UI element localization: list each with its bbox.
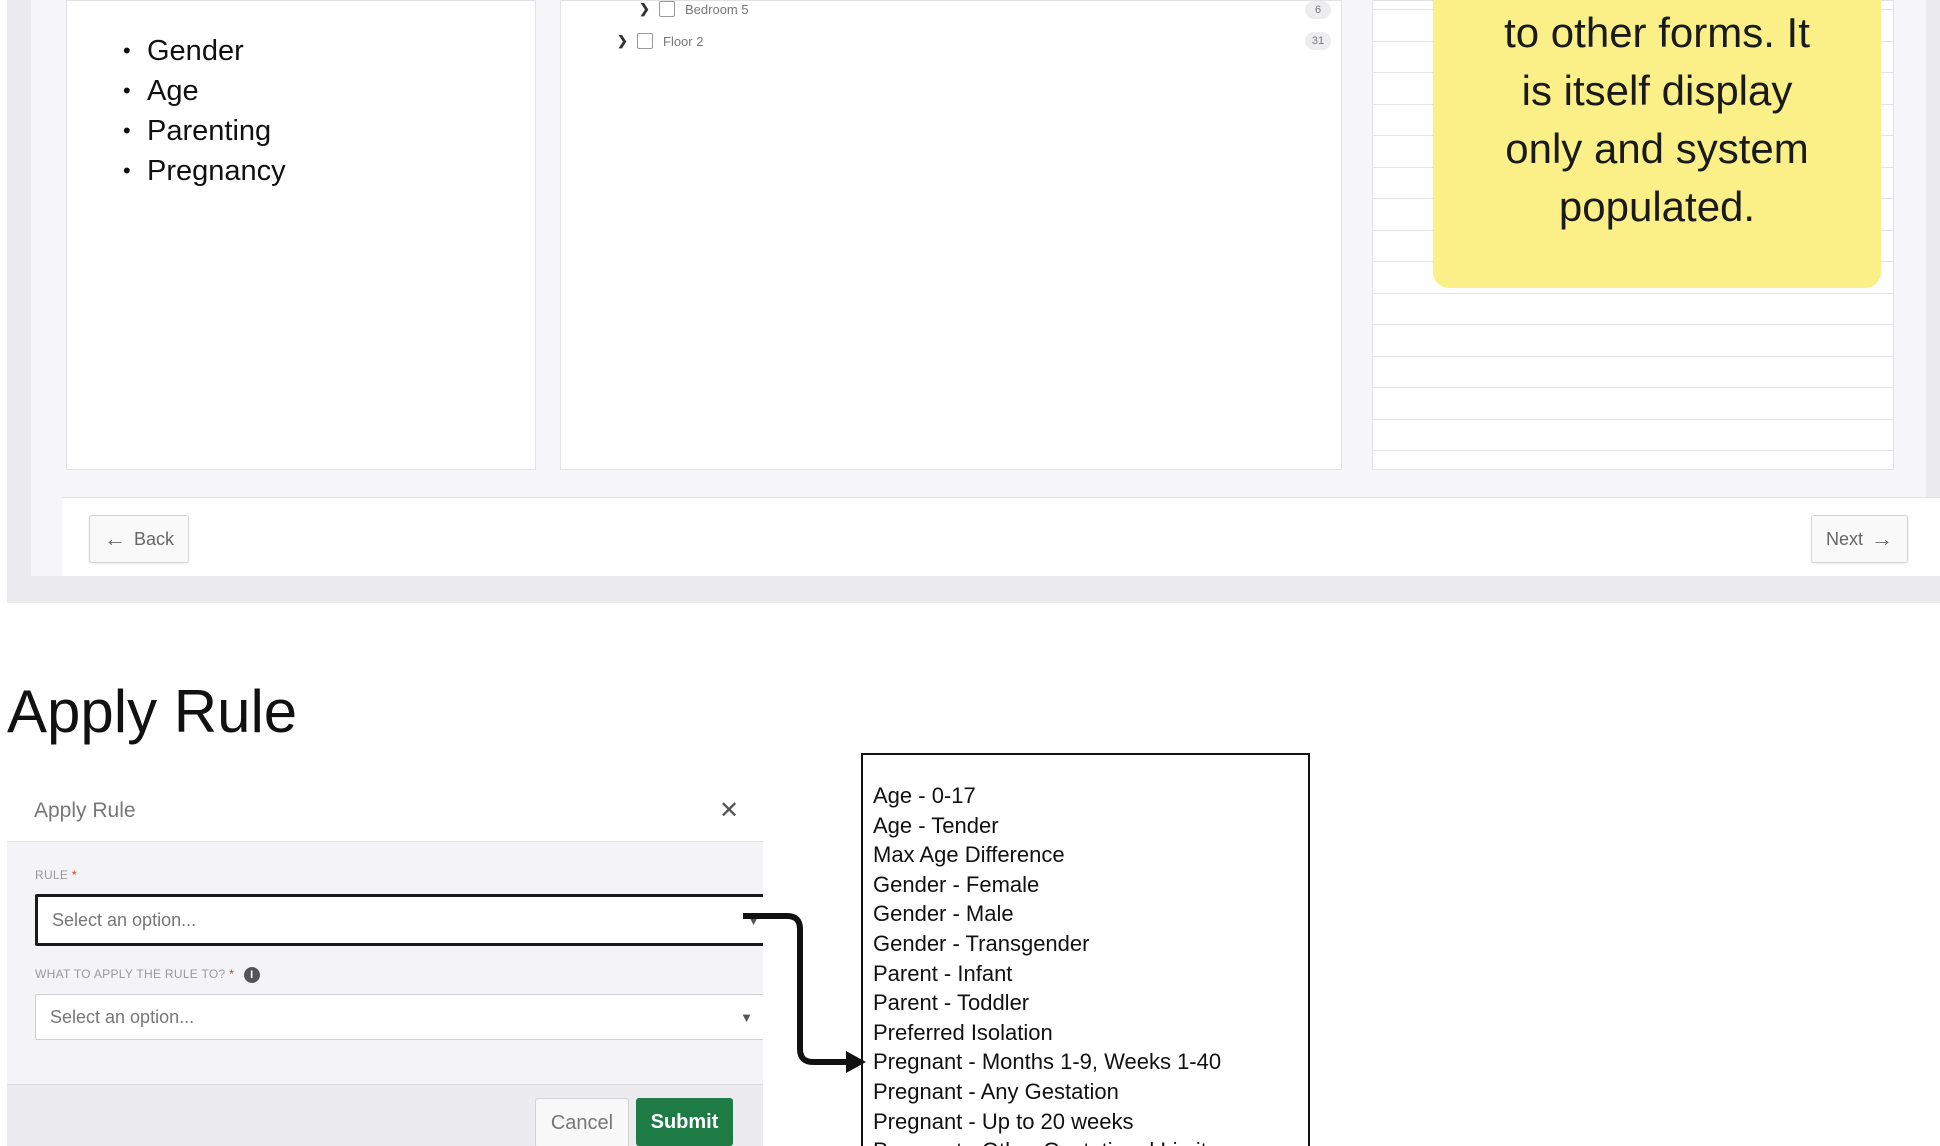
tree-label: Bedroom 5 [685, 1, 749, 17]
count-badge: 6 [1305, 1, 1331, 19]
wizard-body: Gender Age Parenting Pregnancy ❯ Bedroom… [31, 0, 1940, 576]
target-select[interactable]: Select an option... ▼ [35, 994, 763, 1040]
rule-field-label: RULE * [35, 868, 77, 882]
arrow-left-icon: ← [104, 526, 126, 551]
caret-down-icon: ▼ [740, 1009, 753, 1025]
required-mark: * [229, 967, 235, 982]
next-button-label: Next [1826, 528, 1864, 549]
chevron-right-icon[interactable]: ❯ [639, 1, 653, 17]
categories-panel: Gender Age Parenting Pregnancy [66, 0, 536, 470]
rule-select-placeholder: Select an option... [52, 909, 197, 930]
chevron-right-icon[interactable]: ❯ [617, 33, 631, 49]
location-tree-panel: ❯ Bedroom 5 6 ❯ Floor 2 31 [560, 0, 1342, 470]
rule-option[interactable]: Pregnant - Up to 20 weeks [873, 1107, 1221, 1137]
submit-button[interactable]: Submit [636, 1098, 733, 1146]
target-label-text: WHAT TO APPLY THE RULE TO? [35, 967, 226, 982]
info-icon[interactable]: i [243, 967, 260, 983]
target-field-label: WHAT TO APPLY THE RULE TO? * i [35, 967, 260, 983]
close-icon[interactable]: ✕ [719, 796, 739, 825]
dialog-title: Apply Rule [34, 799, 136, 822]
arrow-right-icon: → [1871, 526, 1894, 551]
back-button[interactable]: ← Back [89, 515, 190, 563]
tree-row-bedroom-5[interactable]: ❯ Bedroom 5 [639, 1, 749, 17]
rule-option[interactable]: Preferred Isolation [873, 1018, 1221, 1048]
caret-down-icon: ▼ [747, 912, 760, 928]
category-item-parenting: Parenting [123, 111, 286, 151]
dialog-footer: Cancel Submit [7, 1084, 763, 1146]
count-badge: 31 [1305, 32, 1331, 50]
tree-checkbox[interactable] [637, 33, 653, 49]
sticky-note: to other forms. It is itself display onl… [1433, 0, 1881, 288]
section-title: Apply Rule [7, 678, 298, 745]
wizard-screenshot: Gender Age Parenting Pregnancy ❯ Bedroom… [7, 0, 1940, 603]
rule-option[interactable]: Gender - Transgender [873, 929, 1221, 959]
cancel-button[interactable]: Cancel [535, 1098, 629, 1146]
tree-row-floor-2[interactable]: ❯ Floor 2 [617, 33, 703, 49]
dialog-header: Apply Rule ✕ [7, 778, 763, 842]
wizard-footer: ← Back Next → [62, 497, 1940, 576]
rule-option[interactable]: Age - Tender [873, 811, 1221, 841]
category-list: Gender Age Parenting Pregnancy [123, 31, 286, 191]
rule-option[interactable]: Max Age Difference [873, 840, 1221, 870]
next-button[interactable]: Next → [1811, 515, 1909, 563]
rule-options-list: Age - 0-17 Age - Tender Max Age Differen… [873, 781, 1221, 1146]
category-item-pregnancy: Pregnancy [123, 151, 286, 191]
sticky-note-line: populated. [1558, 183, 1756, 230]
required-mark: * [71, 868, 77, 882]
rule-option[interactable]: Parent - Infant [873, 959, 1221, 989]
rule-option[interactable]: Parent - Toddler [873, 988, 1221, 1018]
sticky-note-line: to other forms. It [1504, 9, 1810, 56]
apply-rule-dialog: Apply Rule ✕ RULE * Select an option... … [7, 778, 763, 1146]
rule-label-text: RULE [35, 868, 69, 882]
tree-label: Floor 2 [663, 33, 704, 49]
rule-option[interactable]: Age - 0-17 [873, 781, 1221, 811]
rule-option[interactable]: Pregnant - Other Gestational Limits [873, 1136, 1221, 1146]
rule-option[interactable]: Pregnant - Months 1-9, Weeks 1-40 [873, 1047, 1221, 1077]
sticky-note-line: is itself display [1521, 67, 1793, 114]
sticky-note-line: only and system [1505, 125, 1809, 172]
rule-options-box: Age - 0-17 Age - Tender Max Age Differen… [861, 753, 1310, 1146]
rule-select[interactable]: Select an option... ▼ [35, 894, 763, 946]
rule-option[interactable]: Gender - Female [873, 870, 1221, 900]
target-select-placeholder: Select an option... [50, 1006, 195, 1027]
category-item-age: Age [123, 71, 286, 111]
rule-option[interactable]: Pregnant - Any Gestation [873, 1077, 1221, 1107]
category-item-gender: Gender [123, 31, 286, 71]
rule-option[interactable]: Gender - Male [873, 899, 1221, 929]
back-button-label: Back [134, 528, 175, 549]
tree-checkbox[interactable] [659, 1, 675, 17]
